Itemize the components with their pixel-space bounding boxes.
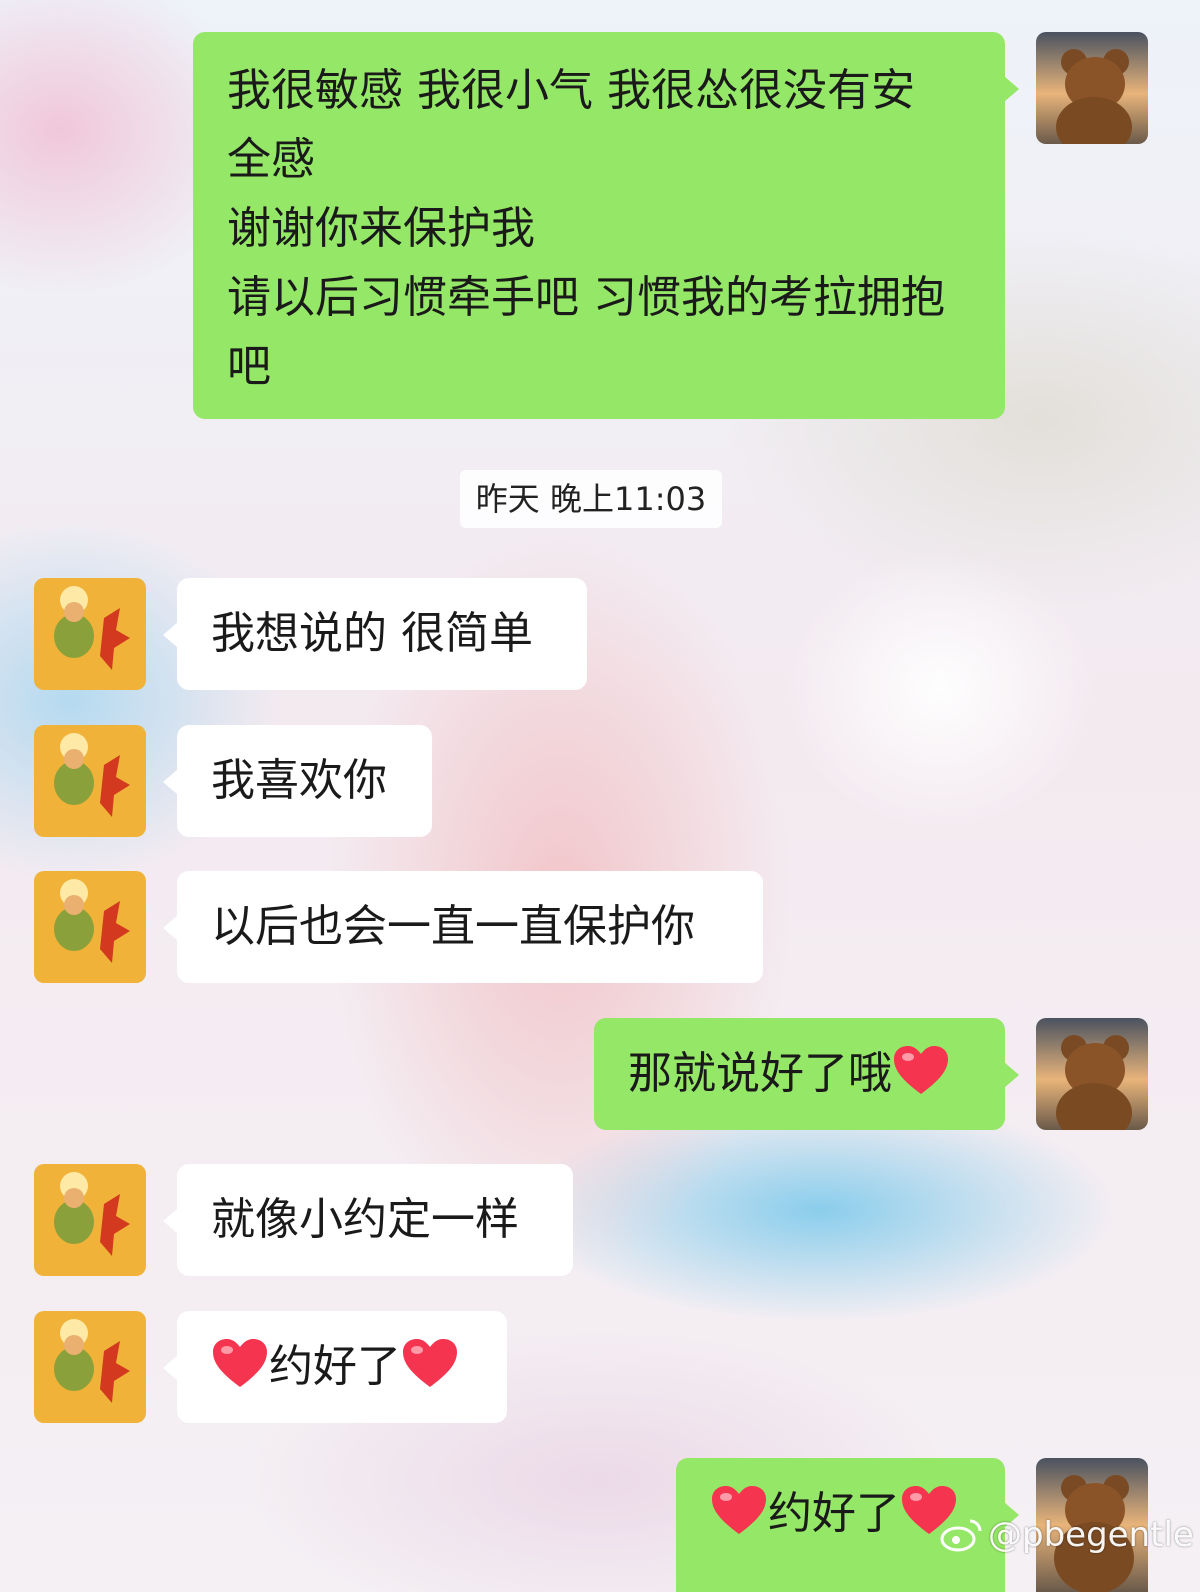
bubble-tail: [163, 622, 178, 648]
bubble-tail: [163, 769, 178, 795]
message-line: 我很敏感 我很小气 我很怂很没有安: [227, 65, 915, 116]
message-text: 我想说的 很简单: [211, 608, 533, 659]
message-line: 吧: [227, 341, 271, 392]
message-bubble-sent[interactable]: 那就说好了哦: [594, 1018, 1019, 1130]
bubble-tail: [163, 915, 178, 941]
bubble-tail: [163, 1355, 178, 1381]
avatar-little-prince[interactable]: [34, 725, 146, 837]
avatar-self-bear[interactable]: [1036, 1018, 1148, 1130]
message-bubble-received[interactable]: 我想说的 很简单: [163, 578, 587, 690]
weibo-watermark: @pbegentle: [940, 1510, 1194, 1560]
avatar-little-prince[interactable]: [34, 871, 146, 983]
message-text: 我喜欢你: [211, 755, 387, 806]
message-text: 那就说好了哦: [628, 1048, 892, 1099]
message-text: 就像小约定一样: [211, 1194, 519, 1245]
message-line: 请以后习惯牵手吧 习惯我的考拉拥抱: [227, 272, 945, 323]
bubble-tail: [163, 1208, 178, 1234]
heart-emoji-icon: [894, 1046, 948, 1094]
message-bubble-sent[interactable]: 我很敏感 我很小气 我很怂很没有安 全感 谢谢你来保护我 请以后习惯牵手吧 习惯…: [193, 32, 1019, 419]
avatar-little-prince[interactable]: [34, 578, 146, 690]
heart-emoji-icon: [403, 1339, 457, 1387]
bubble-tail: [1004, 76, 1019, 102]
message-line: 全感: [227, 134, 315, 185]
heart-emoji-icon: [213, 1339, 267, 1387]
avatar-little-prince[interactable]: [34, 1311, 146, 1423]
message-text: 约好了: [269, 1341, 401, 1392]
weibo-logo-icon: [940, 1519, 982, 1552]
heart-emoji-icon: [712, 1486, 766, 1534]
timestamp: 昨天 晚上11:03: [460, 470, 722, 528]
avatar-little-prince[interactable]: [34, 1164, 146, 1276]
message-line: 谢谢你来保护我: [227, 203, 535, 254]
message-bubble-received[interactable]: 约好了: [163, 1311, 507, 1423]
avatar-self-bear[interactable]: [1036, 32, 1148, 144]
message-text: 以后也会一直一直保护你: [211, 901, 695, 952]
message-bubble-received[interactable]: 以后也会一直一直保护你: [163, 871, 763, 983]
bubble-tail: [1004, 1062, 1019, 1088]
message-bubble-received[interactable]: 就像小约定一样: [163, 1164, 573, 1276]
watermark-text: @pbegentle: [988, 1515, 1194, 1555]
message-text: 约好了: [768, 1488, 900, 1539]
message-bubble-received[interactable]: 我喜欢你: [163, 725, 432, 837]
